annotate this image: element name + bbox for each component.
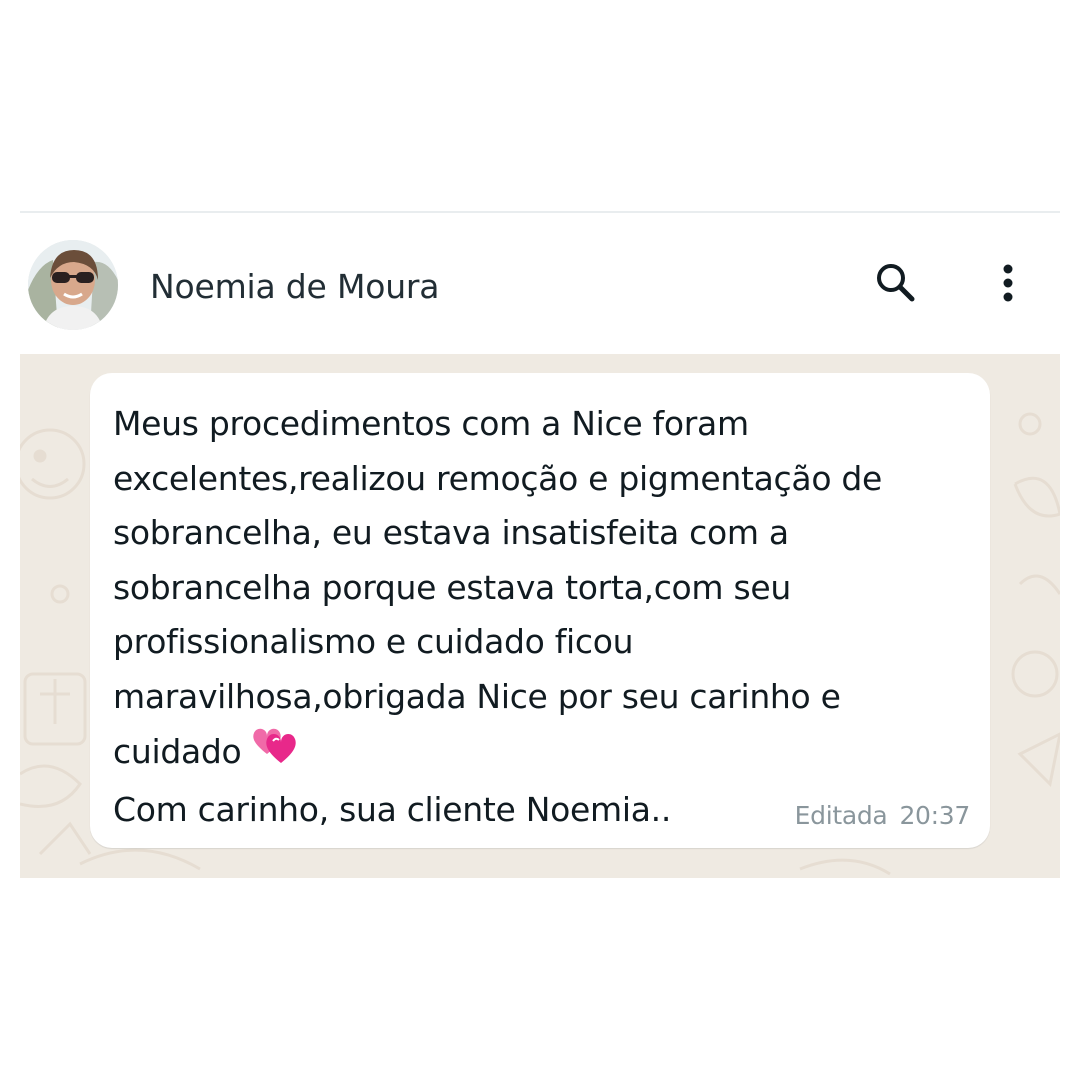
message-meta: Editada 20:37 [794, 801, 971, 830]
contact-name[interactable]: Noemia de Moura [150, 267, 440, 306]
message-line: profissionalismo e cuidado ficou [113, 622, 634, 661]
message-list: Meus procedimentos com a Nice foram exce… [20, 354, 1060, 878]
message-text: Meus procedimentos com a Nice foram exce… [113, 397, 973, 837]
message-time: 20:37 [899, 801, 970, 830]
two-hearts-emoji-icon [249, 724, 299, 783]
chat-header: Noemia de Moura [20, 213, 1060, 354]
message-line: sobrancelha porque estava torta,com seu [113, 567, 791, 607]
message-line: maravilhosa,obrigada Nice por seu carinh… [113, 676, 841, 716]
message-line: cuidado [113, 731, 242, 771]
message-bubble[interactable]: Meus procedimentos com a Nice foram exce… [90, 373, 990, 848]
message-line: Com carinho, sua cliente Noemia.. [113, 789, 672, 829]
avatar-photo-icon [28, 240, 118, 330]
more-vertical-icon [1003, 264, 1013, 302]
search-icon [877, 264, 915, 302]
edited-label: Editada [794, 801, 888, 830]
menu-button[interactable] [984, 259, 1032, 307]
contact-avatar[interactable] [28, 240, 118, 330]
message-line: Meus procedimentos com a Nice foram [113, 404, 749, 443]
message-line: sobrancelha, eu estava insatisfeita com … [113, 513, 789, 552]
chat-window: Noemia de Moura Meus procedimentos com a… [20, 211, 1060, 878]
search-button[interactable] [872, 259, 920, 307]
message-line: excelentes,realizou remoção e pigmentaçã… [113, 458, 883, 498]
